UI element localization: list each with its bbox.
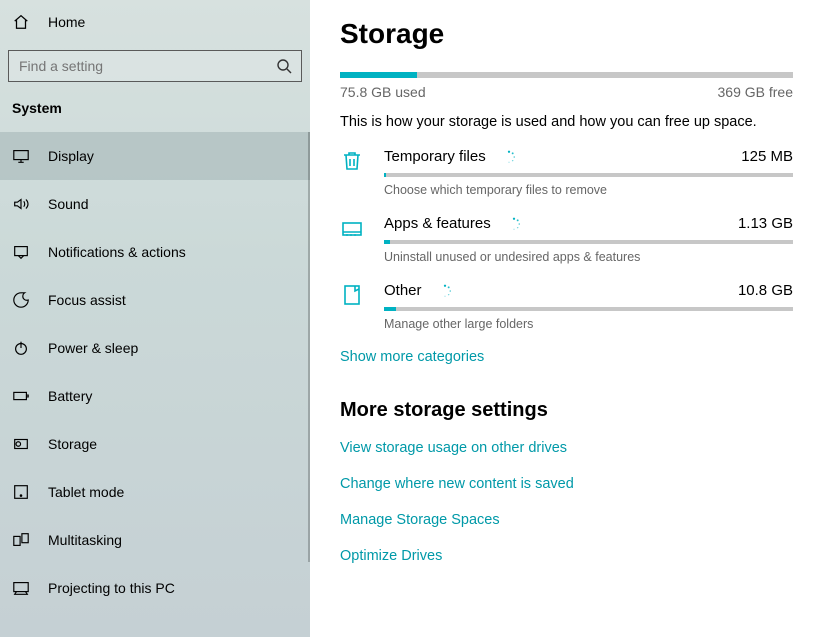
loading-spinner-icon (438, 284, 452, 298)
search-input[interactable] (8, 50, 302, 82)
sidebar-item-storage[interactable]: Storage (0, 420, 310, 468)
sidebar: Home System Display Sound Notifications … (0, 0, 310, 637)
power-icon (12, 339, 30, 357)
sidebar-item-display[interactable]: Display (0, 132, 310, 180)
more-storage-heading: More storage settings (340, 399, 793, 422)
category-bar (384, 307, 793, 311)
category-bar-fill (384, 173, 386, 177)
category-size: 125 MB (741, 148, 793, 165)
notifications-icon (12, 243, 30, 261)
used-label: 75.8 GB used (340, 84, 426, 100)
other-icon (340, 282, 366, 331)
category-desc: Choose which temporary files to remove (384, 183, 793, 197)
sidebar-item-projecting[interactable]: Projecting to this PC (0, 564, 310, 612)
apps-icon (340, 215, 366, 264)
category-trash[interactable]: Temporary files 125 MB Choose which temp… (340, 148, 793, 197)
storage-link-0[interactable]: View storage usage on other drives (340, 440, 793, 456)
free-label: 369 GB free (718, 84, 794, 100)
search-wrap (8, 50, 302, 82)
category-bar-fill (384, 307, 396, 311)
storage-link-2[interactable]: Manage Storage Spaces (340, 512, 793, 528)
sidebar-item-label: Tablet mode (48, 484, 124, 500)
sidebar-item-focus[interactable]: Focus assist (0, 276, 310, 324)
category-desc: Manage other large folders (384, 317, 793, 331)
category-desc: Uninstall unused or undesired apps & fea… (384, 250, 793, 264)
sidebar-item-power[interactable]: Power & sleep (0, 324, 310, 372)
sidebar-item-label: Multitasking (48, 532, 122, 548)
sidebar-item-label: Notifications & actions (48, 244, 186, 260)
sidebar-item-label: Display (48, 148, 94, 164)
storage-icon (12, 435, 30, 453)
sidebar-item-multitasking[interactable]: Multitasking (0, 516, 310, 564)
sidebar-item-battery[interactable]: Battery (0, 372, 310, 420)
home-button[interactable]: Home (0, 0, 310, 44)
projecting-icon (12, 579, 30, 597)
category-title: Other (384, 282, 452, 299)
category-bar (384, 240, 793, 244)
trash-icon (340, 148, 366, 197)
tablet-icon (12, 483, 30, 501)
category-bar (384, 173, 793, 177)
loading-spinner-icon (502, 150, 516, 164)
sidebar-item-label: Focus assist (48, 292, 126, 308)
category-title: Temporary files (384, 148, 516, 165)
sidebar-item-notifications[interactable]: Notifications & actions (0, 228, 310, 276)
sidebar-item-tablet[interactable]: Tablet mode (0, 468, 310, 516)
home-icon (12, 13, 30, 31)
storage-link-1[interactable]: Change where new content is saved (340, 476, 793, 492)
multitasking-icon (12, 531, 30, 549)
main-panel: Storage 75.8 GB used 369 GB free This is… (310, 0, 831, 637)
sidebar-item-label: Storage (48, 436, 97, 452)
category-title: Apps & features (384, 215, 521, 232)
category-bar-fill (384, 240, 390, 244)
category-apps[interactable]: Apps & features 1.13 GB Uninstall unused… (340, 215, 793, 264)
storage-bar-labels: 75.8 GB used 369 GB free (340, 84, 793, 100)
storage-link-3[interactable]: Optimize Drives (340, 548, 793, 564)
intro-text: This is how your storage is used and how… (340, 114, 793, 130)
loading-spinner-icon (507, 217, 521, 231)
focus-icon (12, 291, 30, 309)
sidebar-item-label: Power & sleep (48, 340, 138, 356)
category-size: 10.8 GB (738, 282, 793, 299)
page-title: Storage (340, 18, 793, 50)
battery-icon (12, 387, 30, 405)
category-other[interactable]: Other 10.8 GB Manage other large folders (340, 282, 793, 331)
category-size: 1.13 GB (738, 215, 793, 232)
sidebar-item-sound[interactable]: Sound (0, 180, 310, 228)
sound-icon (12, 195, 30, 213)
sidebar-item-label: Projecting to this PC (48, 580, 175, 596)
section-title: System (0, 96, 310, 132)
search-icon (276, 58, 292, 74)
nav-list: Display Sound Notifications & actions Fo… (0, 132, 310, 612)
storage-bar-fill (340, 72, 417, 78)
show-more-categories-link[interactable]: Show more categories (340, 349, 793, 365)
display-icon (12, 147, 30, 165)
storage-bar (340, 72, 793, 78)
sidebar-item-label: Sound (48, 196, 88, 212)
home-label: Home (48, 14, 85, 30)
sidebar-item-label: Battery (48, 388, 92, 404)
